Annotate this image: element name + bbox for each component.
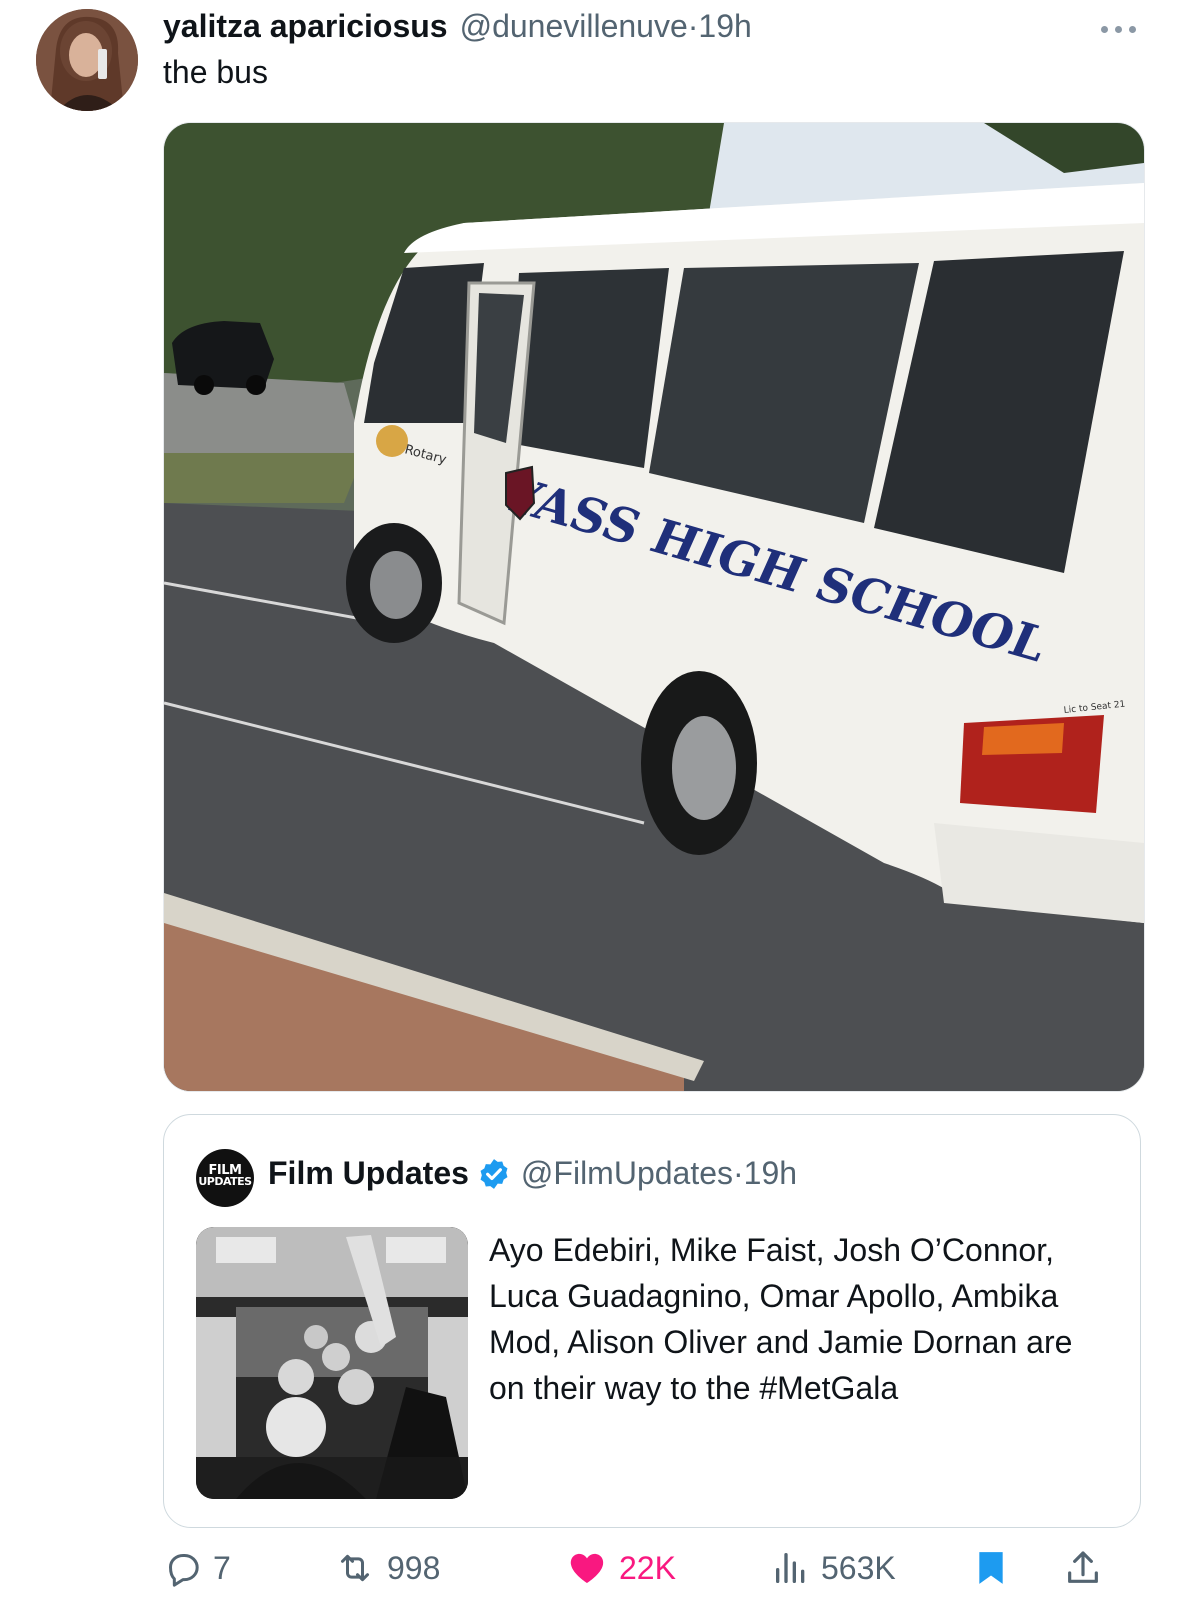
verified-badge-icon xyxy=(480,1158,508,1189)
bookmark-icon xyxy=(979,1552,1003,1584)
share-button[interactable] xyxy=(1063,1540,1103,1596)
author-handle[interactable]: @dunevillenuve xyxy=(460,8,688,45)
quoted-author-handle[interactable]: @FilmUpdates xyxy=(521,1155,733,1192)
quoted-post-thumbnail[interactable] xyxy=(196,1227,468,1499)
reply-count: 7 xyxy=(213,1549,231,1586)
quoted-post-header: Film Updates @FilmUpdates · 19h xyxy=(268,1155,797,1192)
like-count: 22K xyxy=(619,1549,676,1586)
heart-icon xyxy=(570,1553,604,1583)
author-avatar[interactable] xyxy=(36,9,138,111)
reply-icon xyxy=(169,1554,199,1587)
reply-button[interactable]: 7 xyxy=(163,1540,231,1596)
views-button[interactable]: 563K xyxy=(771,1540,896,1596)
action-bar: 7 998 22K 563K xyxy=(163,1540,1143,1596)
quoted-author-avatar[interactable]: FILM UPDATES xyxy=(196,1149,254,1207)
views-icon xyxy=(776,1553,805,1583)
bookmark-button[interactable] xyxy=(971,1540,1011,1596)
author-name[interactable]: yalitza apariciosus xyxy=(163,8,448,45)
more-dots-icon[interactable] xyxy=(1093,18,1143,40)
repost-button[interactable]: 998 xyxy=(333,1540,440,1596)
post-time[interactable]: 19h xyxy=(698,8,751,45)
post-header: yalitza apariciosus @dunevillenuve · 19h xyxy=(163,8,752,48)
quoted-post[interactable]: FILM UPDATES Film Updates @FilmUpdates ·… xyxy=(163,1114,1141,1528)
quoted-time-separator: · xyxy=(733,1155,744,1191)
time-separator: · xyxy=(687,8,699,44)
like-button[interactable]: 22K xyxy=(565,1540,676,1596)
repost-count: 998 xyxy=(387,1549,441,1586)
share-icon xyxy=(1068,1551,1098,1583)
post-photo[interactable]: YASS HIGH SCHOOL Rotary Lic to Seat 21 xyxy=(163,122,1145,1092)
post-text: the bus xyxy=(163,54,268,90)
avatar-text-line2: UPDATES xyxy=(198,1175,252,1188)
quoted-post-time[interactable]: 19h xyxy=(744,1155,797,1192)
views-count: 563K xyxy=(821,1549,896,1586)
quoted-post-text: Ayo Edebiri, Mike Faist, Josh O’Connor, … xyxy=(489,1232,1073,1406)
repost-icon xyxy=(341,1554,369,1582)
quoted-author-name[interactable]: Film Updates xyxy=(268,1155,469,1192)
